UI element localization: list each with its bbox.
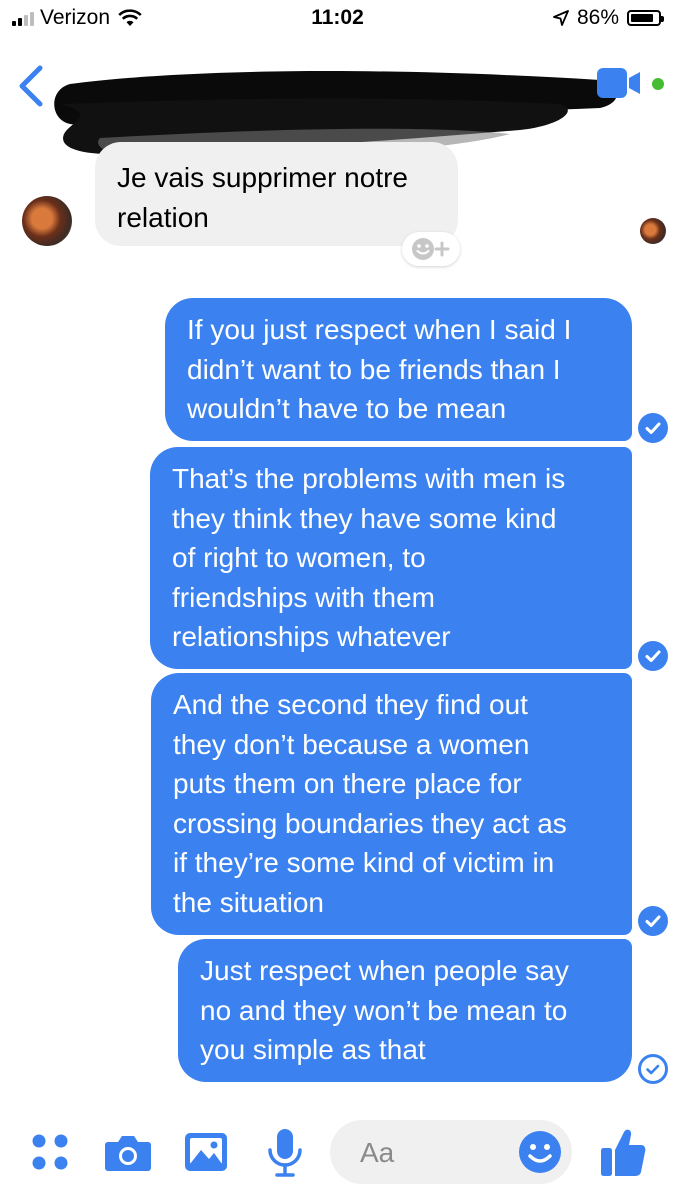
active-status-dot — [652, 78, 664, 90]
video-call-icon[interactable] — [596, 66, 642, 100]
outgoing-message[interactable]: And the second they find out they don’t … — [151, 673, 632, 935]
sent-check-icon — [638, 1054, 668, 1084]
delivered-check-icon — [638, 906, 668, 936]
camera-icon[interactable] — [104, 1132, 152, 1172]
battery-fill — [631, 14, 654, 22]
battery-icon — [627, 10, 664, 26]
delivered-check-icon — [638, 413, 668, 443]
message-input-placeholder: Aa — [360, 1137, 395, 1168]
status-right: 86% — [553, 6, 664, 30]
contact-avatar[interactable] — [22, 196, 72, 246]
incoming-message[interactable]: Je vais supprimer notre relation — [95, 142, 458, 246]
read-receipt-avatar — [640, 218, 666, 244]
battery-percent: 86% — [576, 6, 619, 29]
more-apps-icon[interactable] — [30, 1132, 70, 1172]
chat-header — [0, 36, 675, 158]
message-input[interactable]: Aa — [330, 1120, 572, 1184]
thumbs-up-icon[interactable] — [600, 1126, 646, 1178]
delivered-check-icon — [638, 641, 668, 671]
outgoing-message[interactable]: That’s the problems with men is they thi… — [150, 447, 632, 669]
status-bar: Verizon 11:02 86% — [0, 0, 675, 36]
location-arrow-icon — [553, 10, 569, 26]
add-reaction-icon — [412, 238, 450, 260]
outgoing-message[interactable]: Just respect when people say no and they… — [178, 939, 632, 1082]
outgoing-message[interactable]: If you just respect when I said I didn’t… — [165, 298, 632, 441]
message-composer: Aa — [0, 1110, 675, 1200]
add-reaction-button[interactable] — [402, 232, 460, 266]
microphone-icon[interactable] — [266, 1128, 304, 1178]
gallery-icon[interactable] — [184, 1132, 228, 1172]
emoji-icon[interactable] — [518, 1130, 562, 1174]
